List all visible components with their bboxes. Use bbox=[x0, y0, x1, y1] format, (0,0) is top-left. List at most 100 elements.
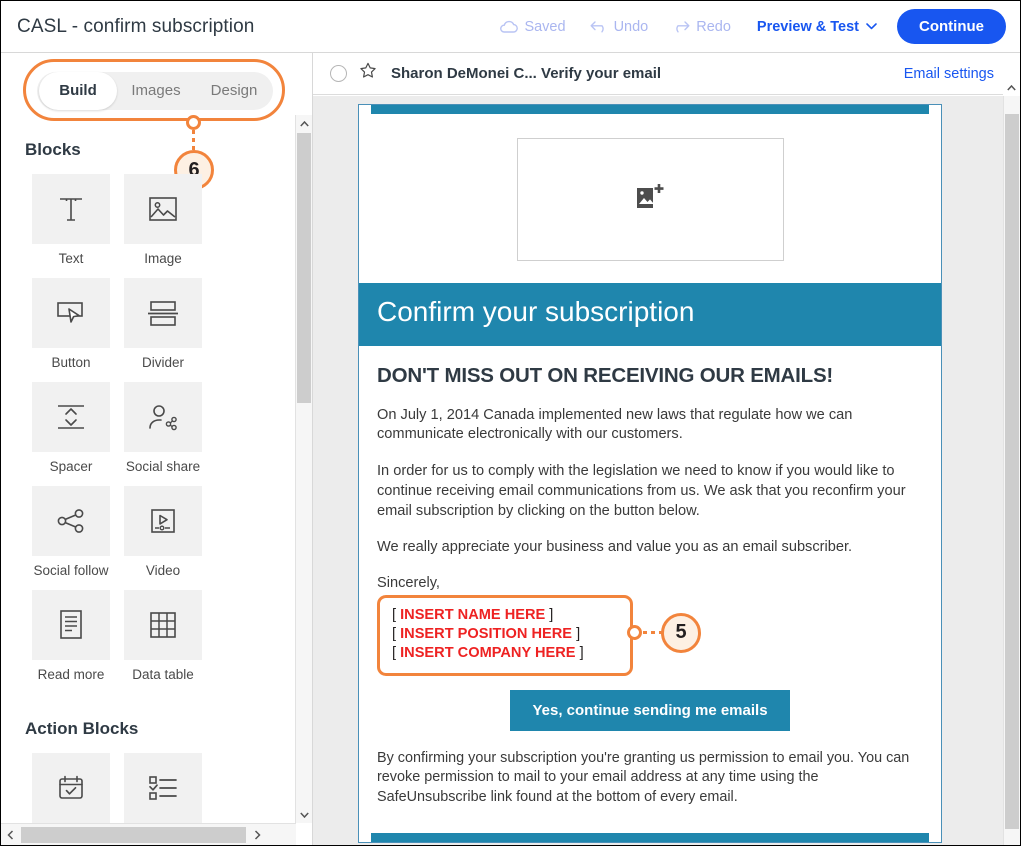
video-icon bbox=[124, 486, 202, 556]
preview-and-test-label: Preview & Test bbox=[756, 18, 859, 35]
email-settings-link[interactable]: Email settings bbox=[904, 66, 994, 82]
undo-button[interactable]: Undo bbox=[578, 19, 661, 35]
block-tile-spacer[interactable]: Spacer bbox=[25, 382, 117, 474]
email-paragraph-3[interactable]: We really appreciate your business and v… bbox=[377, 538, 923, 558]
main-preview-area: Sharon DeMonei C... Verify your email Em… bbox=[313, 53, 1020, 845]
redo-label: Redo bbox=[696, 18, 731, 35]
undo-label: Undo bbox=[613, 18, 649, 35]
social-follow-icon bbox=[32, 486, 110, 556]
email-paragraph-1[interactable]: On July 1, 2014 Canada implemented new l… bbox=[377, 406, 923, 445]
text-icon bbox=[32, 174, 110, 244]
email-bottom-accent-bar bbox=[371, 832, 929, 842]
bracket-open: [ bbox=[392, 645, 401, 662]
email-cta-region: Yes, continue sending me emails bbox=[377, 689, 923, 731]
add-image-icon bbox=[635, 183, 665, 216]
email-fineprint[interactable]: By confirming your subscription you're g… bbox=[377, 749, 923, 807]
placeholder-text: INSERT NAME HERE bbox=[400, 606, 546, 623]
left-sidebar: Build Images Design 6 Blocks Text Image … bbox=[1, 53, 313, 845]
chevron-down-icon bbox=[866, 23, 877, 30]
block-tile-event[interactable]: Event bbox=[25, 753, 117, 823]
block-label: Image bbox=[144, 251, 182, 266]
bracket-close: ] bbox=[545, 606, 554, 623]
email-heading[interactable]: DON'T MISS OUT ON RECEIVING OUR EMAILS! bbox=[377, 364, 923, 388]
callout-5-badge: 5 bbox=[661, 612, 701, 653]
blocks-grid: Text Image Button Divider Spacer Social … bbox=[1, 174, 293, 694]
block-label: Read more bbox=[37, 667, 105, 682]
placeholder-line-position: [ INSERT POSITION HERE ] bbox=[392, 625, 618, 644]
action-blocks-heading: Action Blocks bbox=[25, 719, 139, 738]
placeholder-text: INSERT POSITION HERE bbox=[400, 626, 573, 643]
email-template: Confirm your subscription DON'T MISS OUT… bbox=[358, 104, 942, 843]
preview-scroll-thumb[interactable] bbox=[1005, 114, 1019, 829]
block-label: Social follow bbox=[33, 563, 109, 578]
callout-5-connector bbox=[643, 630, 663, 634]
sidebar-horizontal-scroll-thumb[interactable] bbox=[21, 827, 246, 843]
signature-placeholder-block[interactable]: [ INSERT NAME HERE ] [ INSERT POSITION H… bbox=[377, 594, 633, 676]
block-tile-divider[interactable]: Divider bbox=[117, 278, 209, 370]
placeholder-line-company: [ INSERT COMPANY HERE ] bbox=[392, 644, 618, 663]
saved-label: Saved bbox=[524, 18, 566, 35]
block-tile-image[interactable]: Image bbox=[117, 174, 209, 266]
block-label: Social share bbox=[125, 459, 201, 474]
sidebar-scroll-thumb[interactable] bbox=[297, 133, 311, 403]
image-placeholder-block[interactable] bbox=[516, 138, 784, 261]
placeholder-text: INSERT COMPANY HERE bbox=[400, 645, 576, 662]
continue-sending-emails-button[interactable]: Yes, continue sending me emails bbox=[510, 689, 790, 731]
sidebar-vertical-scrollbar[interactable] bbox=[295, 115, 312, 823]
block-label: Button bbox=[51, 355, 91, 370]
blocks-panel: Blocks Text Image Button Divider Spacer … bbox=[1, 115, 296, 823]
tab-design[interactable]: Design bbox=[195, 72, 273, 110]
email-banner-title[interactable]: Confirm your subscription bbox=[359, 283, 941, 346]
email-subject: Sharon DeMonei C... Verify your email bbox=[391, 65, 662, 82]
tab-images[interactable]: Images bbox=[117, 72, 195, 110]
undo-arrow-icon bbox=[590, 20, 608, 33]
action-blocks-grid: Event Poll RSVP bbox=[1, 753, 293, 823]
poll-checklist-icon bbox=[124, 753, 202, 823]
star-outline-icon[interactable] bbox=[359, 62, 377, 85]
scroll-down-arrow-icon[interactable] bbox=[296, 806, 312, 823]
preview-scroll-up-arrow-icon[interactable] bbox=[1003, 79, 1020, 96]
redo-button[interactable]: Redo bbox=[660, 19, 743, 35]
redo-arrow-icon bbox=[672, 20, 690, 33]
toolbar-actions: Saved Undo Redo Preview & Test Continue bbox=[487, 9, 1020, 44]
app-window: CASL - confirm subscription Saved Undo R… bbox=[0, 0, 1021, 846]
bracket-open: [ bbox=[392, 606, 401, 623]
button-cursor-icon bbox=[32, 278, 110, 348]
scroll-left-arrow-icon[interactable] bbox=[1, 824, 19, 845]
scroll-up-arrow-icon[interactable] bbox=[296, 115, 312, 132]
sidebar-horizontal-scrollbar[interactable] bbox=[1, 823, 296, 845]
callout-5-anchor-dot bbox=[627, 624, 642, 640]
page-title: CASL - confirm subscription bbox=[17, 15, 255, 37]
block-label: Video bbox=[145, 563, 181, 578]
preview-vertical-scrollbar[interactable] bbox=[1003, 96, 1020, 845]
block-tile-poll[interactable]: Poll bbox=[117, 753, 209, 823]
radio-circle-icon[interactable] bbox=[330, 65, 347, 82]
block-tile-social-share[interactable]: Social share bbox=[117, 382, 209, 474]
email-body: DON'T MISS OUT ON RECEIVING OUR EMAILS! … bbox=[359, 346, 941, 807]
tab-build[interactable]: Build bbox=[39, 72, 117, 110]
block-tile-read-more[interactable]: Read more bbox=[25, 590, 117, 682]
sidebar-tabs: Build Images Design 6 bbox=[23, 59, 285, 190]
continue-button[interactable]: Continue bbox=[897, 9, 1006, 44]
divider-icon bbox=[124, 278, 202, 348]
blocks-heading: Blocks bbox=[25, 140, 81, 159]
block-label: Data table bbox=[132, 667, 194, 682]
preview-and-test-button[interactable]: Preview & Test bbox=[743, 19, 887, 35]
email-signoff[interactable]: Sincerely, bbox=[377, 575, 923, 591]
email-header-bar: Sharon DeMonei C... Verify your email Em… bbox=[313, 53, 1020, 95]
email-canvas: Confirm your subscription DON'T MISS OUT… bbox=[313, 96, 1003, 845]
block-tile-data-table[interactable]: Data table bbox=[117, 590, 209, 682]
bracket-close: ] bbox=[575, 645, 584, 662]
block-tile-social-follow[interactable]: Social follow bbox=[25, 486, 117, 578]
scroll-right-arrow-icon[interactable] bbox=[248, 824, 266, 845]
block-tile-button[interactable]: Button bbox=[25, 278, 117, 370]
calendar-check-icon bbox=[32, 753, 110, 823]
signature-placeholder-region: [ INSERT NAME HERE ] [ INSERT POSITION H… bbox=[377, 594, 923, 676]
block-tile-text[interactable]: Text bbox=[25, 174, 117, 266]
email-top-accent-bar bbox=[371, 105, 929, 114]
block-label: Divider bbox=[141, 355, 184, 370]
bracket-close: ] bbox=[572, 626, 581, 643]
block-tile-video[interactable]: Video bbox=[117, 486, 209, 578]
email-paragraph-2[interactable]: In order for us to comply with the legis… bbox=[377, 462, 923, 521]
image-icon bbox=[124, 174, 202, 244]
